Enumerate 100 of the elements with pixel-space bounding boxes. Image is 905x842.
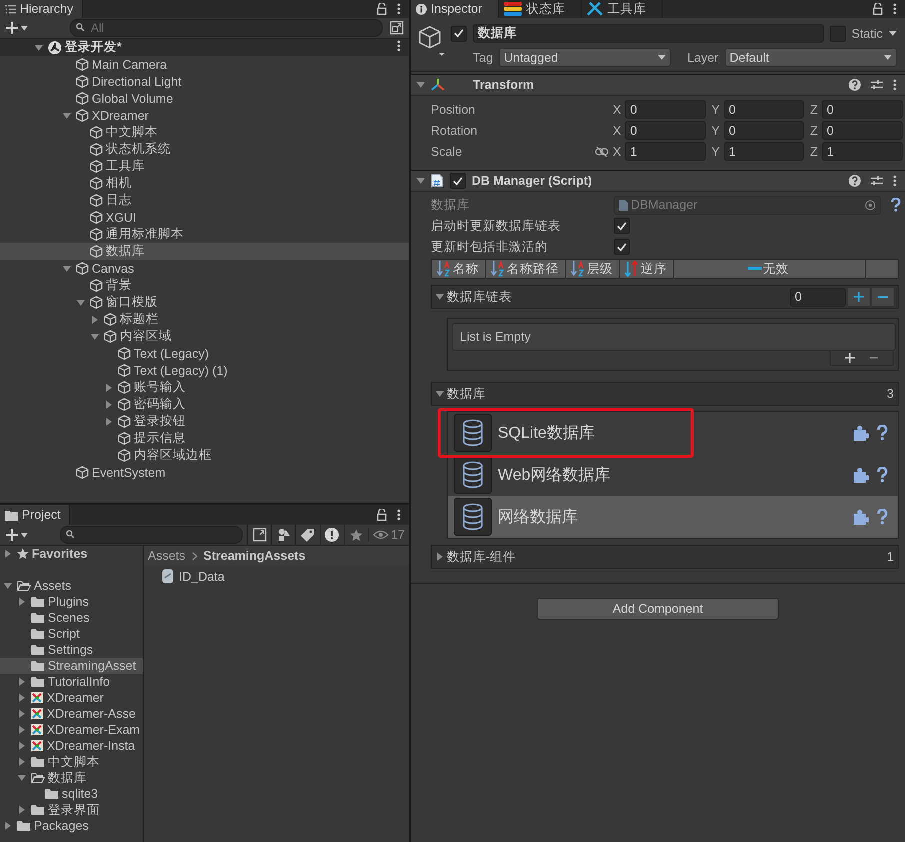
menu-icon[interactable] xyxy=(893,175,897,187)
add-component-button[interactable]: Add Component xyxy=(537,598,779,620)
menu-icon[interactable] xyxy=(397,509,401,521)
tree-item[interactable]: 中文脚本 xyxy=(0,124,409,141)
layer-dropdown[interactable]: Default xyxy=(724,48,897,67)
remove-button[interactable] xyxy=(872,288,894,306)
search-scope-icon[interactable] xyxy=(390,21,404,35)
breadcrumb-item[interactable]: StreamingAssets xyxy=(204,549,306,563)
tree-item[interactable]: 内容区域 xyxy=(0,328,409,345)
tree-item[interactable]: Plugins xyxy=(0,594,143,610)
tree-item[interactable]: 密码输入 xyxy=(0,396,409,413)
number-field[interactable]: 1 xyxy=(724,142,804,161)
tree-item[interactable]: 背景 xyxy=(0,277,409,294)
tree-item[interactable]: 窗口模版 xyxy=(0,294,409,311)
expand-arrow-icon[interactable] xyxy=(105,418,113,426)
checkbox[interactable] xyxy=(614,239,630,255)
menu-icon[interactable] xyxy=(893,3,897,15)
tree-item[interactable]: Main Camera xyxy=(0,56,409,73)
expand-arrow-icon[interactable] xyxy=(436,390,444,398)
file-item[interactable]: ID_Data xyxy=(144,566,409,584)
puzzle-icon[interactable] xyxy=(852,508,869,526)
tree-item[interactable]: Favorites xyxy=(0,546,143,562)
number-field[interactable]: 0 xyxy=(625,100,706,119)
tree-item[interactable]: 通用标准脚本 xyxy=(0,226,409,243)
tree-item[interactable]: 标题栏 xyxy=(0,311,409,328)
star-icon[interactable] xyxy=(350,528,363,542)
tree-item[interactable]: 工具库 xyxy=(0,158,409,175)
tree-item[interactable]: Scenes xyxy=(0,610,143,626)
expand-arrow-icon[interactable] xyxy=(91,332,99,340)
tree-item[interactable]: 日志 xyxy=(0,192,409,209)
help-icon[interactable] xyxy=(849,79,861,91)
expand-arrow-icon[interactable] xyxy=(18,758,26,766)
unlinked-chain-icon[interactable] xyxy=(595,146,609,156)
tree-item[interactable]: Directional Light xyxy=(0,73,409,90)
tree-item[interactable]: Text (Legacy) xyxy=(0,345,409,362)
help-icon[interactable] xyxy=(891,198,901,212)
help-icon[interactable] xyxy=(877,509,888,525)
help-icon[interactable] xyxy=(877,425,888,441)
expand-arrow-icon[interactable] xyxy=(105,384,113,392)
lock-icon[interactable] xyxy=(377,509,387,521)
expand-arrow-icon[interactable] xyxy=(436,293,444,301)
search-scope-icon[interactable] xyxy=(252,528,267,542)
help-icon[interactable] xyxy=(877,467,888,483)
expand-arrow-icon[interactable] xyxy=(436,553,444,561)
panel-tab[interactable]: Hierarchy xyxy=(0,0,82,18)
tree-item[interactable]: 登录按钮 xyxy=(0,413,409,430)
shapes-icon[interactable] xyxy=(276,528,291,542)
number-field[interactable]: 0 xyxy=(822,100,904,119)
lock-icon[interactable] xyxy=(873,3,883,15)
component-header[interactable]: DB Manager (Script) xyxy=(411,170,905,192)
expand-arrow-icon[interactable] xyxy=(4,550,12,558)
help-icon[interactable] xyxy=(849,175,861,187)
expand-arrow-icon[interactable] xyxy=(417,177,425,185)
tree-item[interactable]: XDreamer-Asse xyxy=(0,706,143,722)
checkbox[interactable] xyxy=(451,26,467,42)
expand-arrow-icon[interactable] xyxy=(105,400,113,408)
sliders-icon[interactable] xyxy=(871,175,883,187)
tree-item[interactable]: XGUI xyxy=(0,209,409,226)
label-icon[interactable] xyxy=(301,528,316,542)
tree-item[interactable]: 中文脚本 xyxy=(0,754,143,770)
expand-arrow-icon[interactable] xyxy=(35,44,43,52)
add-button[interactable] xyxy=(848,288,870,306)
tree-item[interactable]: StreamingAsset xyxy=(0,658,143,674)
target-icon[interactable] xyxy=(865,200,876,210)
scene-item[interactable]: 登录开发* xyxy=(0,39,409,56)
expand-arrow-icon[interactable] xyxy=(18,710,26,718)
checkbox[interactable] xyxy=(830,26,846,42)
tree-item[interactable]: XDreamer-Insta xyxy=(0,738,143,754)
sliders-icon[interactable] xyxy=(871,79,883,91)
search-field[interactable]: All xyxy=(70,19,383,37)
tree-item[interactable]: Text (Legacy) (1) xyxy=(0,362,409,379)
breadcrumb-item[interactable]: Assets xyxy=(148,549,186,563)
tree-item[interactable]: 相机 xyxy=(0,175,409,192)
tree-item[interactable]: 数据库 xyxy=(0,243,409,260)
panel-tab[interactable]: Project xyxy=(0,505,70,525)
puzzle-icon[interactable] xyxy=(852,466,869,484)
expand-arrow-icon[interactable] xyxy=(4,822,12,830)
expand-arrow-icon[interactable] xyxy=(18,774,26,782)
number-field[interactable]: 1 xyxy=(625,142,706,161)
foldout-header[interactable]: 数据库 3 xyxy=(431,382,899,406)
checkbox[interactable] xyxy=(450,173,466,189)
tree-item[interactable]: TutorialInfo xyxy=(0,674,143,690)
expand-arrow-icon[interactable] xyxy=(91,316,99,324)
tree-item[interactable]: XDreamer xyxy=(0,107,409,124)
tree-item[interactable]: 数据库 xyxy=(0,770,143,786)
tree-item[interactable]: Packages xyxy=(0,818,143,834)
menu-icon[interactable] xyxy=(397,3,401,15)
lock-icon[interactable] xyxy=(377,3,387,15)
plus-icon[interactable] xyxy=(845,353,855,363)
number-field[interactable]: 0 xyxy=(625,121,706,140)
expand-arrow-icon[interactable] xyxy=(63,112,71,120)
number-field[interactable]: 0 xyxy=(822,121,904,140)
tree-item[interactable]: 内容区域边框 xyxy=(0,447,409,464)
tree-item[interactable]: Global Volume xyxy=(0,90,409,107)
expand-arrow-icon[interactable] xyxy=(77,298,85,306)
add-button[interactable] xyxy=(4,529,30,541)
list-item[interactable]: 网络数据库 xyxy=(448,496,898,538)
number-field[interactable]: 0 xyxy=(724,121,804,140)
expand-arrow-icon[interactable] xyxy=(18,678,26,686)
checkbox[interactable] xyxy=(614,218,630,234)
